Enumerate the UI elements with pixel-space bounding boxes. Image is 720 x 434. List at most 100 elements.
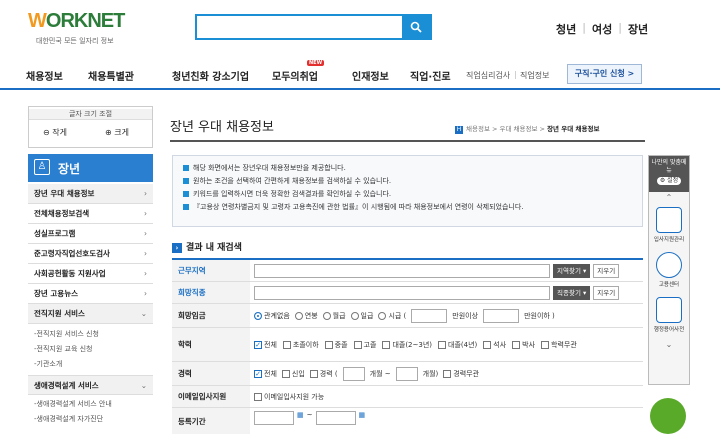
promo-badge-icon[interactable] <box>650 398 686 434</box>
sidebar-item[interactable]: 사회공헌활동 지원사업 › <box>28 264 153 284</box>
sidebar-subitem[interactable]: -생애경력설계 자가진단 <box>28 412 153 427</box>
email-apply-checkbox[interactable]: 이메일입사지원 가능 <box>254 392 324 402</box>
wage-max-label: 만원이하 ) <box>524 311 555 320</box>
link-women[interactable]: 여성 <box>592 21 612 37</box>
checkbox-icon <box>382 340 391 349</box>
wage-option-label: 월급 <box>332 311 346 320</box>
quick-menu-header: 나만의 맞춤메뉴 ⚙ 설정 <box>649 156 689 192</box>
nav-career[interactable]: 직업·진로 <box>410 68 451 83</box>
sidebar-item-label: 전직지원 서비스 <box>34 309 85 318</box>
date-end-input[interactable] <box>315 411 356 425</box>
sidebar-item[interactable]: 준고령자직업선호도검사 › <box>28 244 153 264</box>
career-option-label: 경력 <box>319 369 333 378</box>
edu-checkbox[interactable]: 대졸(4년) <box>438 340 477 350</box>
career-checkbox[interactable]: 경력 ( <box>309 369 338 379</box>
breadcrumb: H 채용정보 > 우대 채용정보 > 장년 우대 채용정보 <box>455 125 600 134</box>
radio-icon <box>322 311 331 320</box>
chevron-right-icon: › <box>144 249 147 258</box>
sidebar-item[interactable]: 성실프로그램 › <box>28 224 153 244</box>
edu-checkbox[interactable]: 학력무관 <box>541 340 577 350</box>
nav-job-info[interactable]: 직업정보 <box>520 70 549 81</box>
font-larger-button[interactable]: ⊕ 크게 <box>105 127 129 138</box>
quick-item[interactable]: 입사지원관리 <box>649 204 689 249</box>
region-find-button[interactable]: 지역찾기 ▾ <box>553 264 591 278</box>
sidebar-subitem[interactable]: -전직지원 교육 신청 <box>28 342 153 357</box>
apply-button[interactable]: 구직·구인 신청 > <box>567 64 642 84</box>
sidebar-subitem[interactable]: -전직지원 서비스 신청 <box>28 327 153 342</box>
search-form: 근무지역 지역찾기 ▾ 지우기 희망직종 직종찾기 ▾ 지우기 희망임금 관계없… <box>172 258 643 434</box>
date-start-input[interactable] <box>254 411 294 425</box>
arrow-right-icon: › <box>172 243 182 253</box>
sidebar-item[interactable]: 생애경력설계 서비스 ⌄ <box>28 375 153 395</box>
career-checkbox[interactable]: 신입 <box>281 369 305 379</box>
sidebar-subitem[interactable]: -기관소개 <box>28 357 153 372</box>
home-icon[interactable]: H <box>455 126 463 134</box>
job-find-button[interactable]: 직종찾기 ▾ <box>553 286 591 300</box>
nav-all-jobs[interactable]: 모두의취업 NEW <box>272 60 325 83</box>
career-any-checkbox[interactable]: 경력무관 <box>443 369 479 379</box>
calendar-icon[interactable]: ▦ <box>359 411 366 419</box>
logo-w: W <box>28 10 47 32</box>
sidebar-subitem[interactable]: -생애경력설계 서비스 안내 <box>28 397 153 412</box>
breadcrumb-item[interactable]: 채용정보 <box>466 125 490 133</box>
form-row-job: 희망직종 직종찾기 ▾ 지우기 <box>172 282 643 304</box>
nav-talent[interactable]: 인재정보 <box>352 68 389 83</box>
job-reset-button[interactable]: 지우기 <box>593 286 620 300</box>
font-smaller-button[interactable]: ⊖ 작게 <box>43 127 67 138</box>
edu-checkbox[interactable]: ✓ 전체 <box>254 340 277 350</box>
education-field: ✓ 전체 초졸이하 중졸 고졸 대졸(2~3년) 대졸(4년) 석사 박사 학력무… <box>250 328 643 361</box>
breadcrumb-item[interactable]: 우대 채용정보 <box>500 125 538 133</box>
region-reset-button[interactable]: 지우기 <box>593 264 620 278</box>
edu-checkbox[interactable]: 중졸 <box>324 340 348 350</box>
edu-checkbox[interactable]: 대졸(2~3년) <box>382 340 432 350</box>
nav-sep: | <box>514 70 517 79</box>
link-senior[interactable]: 장년 <box>628 21 648 37</box>
career-checkbox[interactable]: ✓ 전체 <box>254 369 277 379</box>
edu-checkbox[interactable]: 박사 <box>512 340 535 350</box>
edu-checkbox[interactable]: 고졸 <box>353 340 377 350</box>
settings-button[interactable]: ⚙ 설정 <box>656 177 682 185</box>
wage-option-label: 연봉 <box>304 311 318 320</box>
sidebar-item[interactable]: 장년 고용뉴스 › <box>28 284 153 304</box>
career-max-input[interactable] <box>395 366 418 381</box>
chevron-down-icon[interactable]: ⌄ <box>649 339 689 351</box>
gear-icon: ⚙ <box>659 177 666 184</box>
wage-radio[interactable]: 월급 <box>322 311 346 321</box>
wage-radio[interactable]: 일급 <box>350 311 373 321</box>
chevron-right-icon: › <box>144 269 147 278</box>
career-option-label: 전체 <box>264 369 277 378</box>
sidebar-item[interactable]: 전직지원 서비스 ⌄ <box>28 304 153 324</box>
quick-item-label: 고용센터 <box>658 282 680 288</box>
quick-item[interactable]: 행정용어사전 <box>649 294 689 339</box>
quick-item[interactable]: 고용센터 <box>649 249 689 294</box>
wage-min-input[interactable] <box>411 308 448 323</box>
sidebar-item[interactable]: 전체채용정보검색 › <box>28 204 153 224</box>
nav-psych-test[interactable]: 직업심리검사 <box>466 70 510 81</box>
search-box <box>195 14 432 40</box>
sidebar-title: 장년 <box>58 162 81 176</box>
search-input[interactable] <box>197 16 407 38</box>
nav-youth-firms[interactable]: 청년친화 강소기업 <box>172 68 249 83</box>
search-button[interactable] <box>402 16 430 38</box>
chevron-up-icon[interactable]: ⌃ <box>649 192 689 204</box>
edu-checkbox[interactable]: 석사 <box>483 340 506 350</box>
checkbox-icon <box>254 392 262 401</box>
wage-option-label: 시급 <box>388 311 402 320</box>
worknet-logo[interactable]: WORKNET 대한민국 모든 일자리 정보 <box>28 10 138 48</box>
career-min-input[interactable] <box>342 366 365 381</box>
calendar-icon[interactable]: ▦ <box>297 411 304 419</box>
nav-special[interactable]: 채용특별관 <box>88 68 134 83</box>
edu-checkbox[interactable]: 초졸이하 <box>282 340 319 350</box>
job-input[interactable] <box>254 286 550 300</box>
wage-radio[interactable]: 관계없음 <box>254 311 290 321</box>
person-icon: ♙ <box>34 159 50 175</box>
sidebar-item[interactable]: 장년 우대 채용정보 › <box>28 184 153 204</box>
wage-radio[interactable]: 연봉 <box>294 311 318 321</box>
wage-max-input[interactable] <box>483 308 520 323</box>
region-input[interactable] <box>254 264 550 278</box>
link-youth[interactable]: 청년 <box>556 21 576 37</box>
nav-recruit-info[interactable]: 채용정보 <box>26 68 63 83</box>
wage-radio[interactable]: 시급 ( <box>378 311 406 321</box>
checkbox-icon <box>282 340 291 349</box>
edu-option-label: 고졸 <box>363 340 377 349</box>
